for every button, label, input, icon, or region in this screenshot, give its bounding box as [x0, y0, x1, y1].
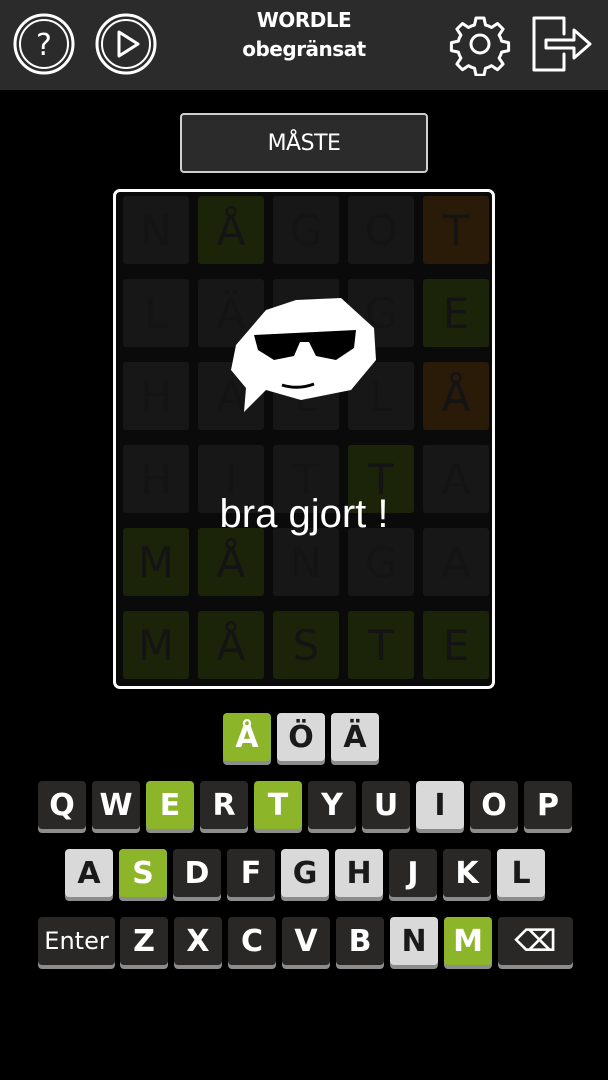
- grid-cell: Å: [198, 196, 264, 264]
- app-title: WORDLE obegränsat: [204, 6, 404, 64]
- key-c[interactable]: C: [228, 917, 276, 965]
- key-m[interactable]: M: [444, 917, 492, 965]
- key-p[interactable]: P: [524, 781, 572, 829]
- grid-cell: E: [423, 279, 489, 347]
- grid-cell: G: [348, 528, 414, 596]
- key-ä[interactable]: Ä: [331, 713, 379, 761]
- exit-icon: [530, 12, 594, 76]
- grid-cell: M: [123, 528, 189, 596]
- letter-grid: NÅGOTLÄGGEHALLÅHITTAMÅNGAMÅSTE: [123, 196, 489, 679]
- game-board: NÅGOTLÄGGEHALLÅHITTAMÅNGAMÅSTE bra gjort…: [113, 189, 495, 689]
- answer-box: MÅSTE: [180, 113, 428, 173]
- key-k[interactable]: K: [443, 849, 491, 897]
- key-z[interactable]: Z: [120, 917, 168, 965]
- backspace-key[interactable]: ⌫: [498, 917, 573, 965]
- key-v[interactable]: V: [282, 917, 330, 965]
- grid-cell: Å: [198, 611, 264, 679]
- grid-cell: G: [273, 196, 339, 264]
- key-j[interactable]: J: [389, 849, 437, 897]
- grid-cell: S: [273, 611, 339, 679]
- help-button[interactable]: ?: [12, 12, 76, 76]
- key-u[interactable]: U: [362, 781, 410, 829]
- grid-cell: M: [123, 611, 189, 679]
- key-d[interactable]: D: [173, 849, 221, 897]
- play-button[interactable]: [94, 12, 158, 76]
- key-y[interactable]: Y: [308, 781, 356, 829]
- grid-cell: T: [348, 611, 414, 679]
- key-b[interactable]: B: [336, 917, 384, 965]
- grid-cell: T: [423, 196, 489, 264]
- key-l[interactable]: L: [497, 849, 545, 897]
- key-o[interactable]: O: [470, 781, 518, 829]
- grid-cell: H: [123, 362, 189, 430]
- enter-key[interactable]: Enter: [38, 917, 115, 965]
- key-w[interactable]: W: [92, 781, 140, 829]
- key-r[interactable]: R: [200, 781, 248, 829]
- help-icon: ?: [12, 12, 76, 76]
- key-ö[interactable]: Ö: [277, 713, 325, 761]
- grid-cell: A: [423, 528, 489, 596]
- key-h[interactable]: H: [335, 849, 383, 897]
- grid-cell: N: [273, 528, 339, 596]
- svg-text:?: ?: [36, 28, 52, 63]
- key-s[interactable]: S: [119, 849, 167, 897]
- grid-cell: N: [123, 196, 189, 264]
- title-line-2: obegränsat: [242, 37, 366, 61]
- result-message: bra gjort !: [219, 492, 389, 536]
- key-n[interactable]: N: [390, 917, 438, 965]
- title-line-1: WORDLE: [256, 8, 352, 32]
- exit-button[interactable]: [530, 12, 594, 76]
- grid-cell: Å: [198, 528, 264, 596]
- key-q[interactable]: Q: [38, 781, 86, 829]
- key-t[interactable]: T: [254, 781, 302, 829]
- play-icon: [94, 12, 158, 76]
- settings-button[interactable]: [448, 12, 512, 76]
- grid-cell: L: [123, 279, 189, 347]
- key-f[interactable]: F: [227, 849, 275, 897]
- key-g[interactable]: G: [281, 849, 329, 897]
- key-i[interactable]: I: [416, 781, 464, 829]
- grid-cell: E: [423, 611, 489, 679]
- key-å[interactable]: Å: [223, 713, 271, 761]
- key-e[interactable]: E: [146, 781, 194, 829]
- cool-sunglasses-icon: [226, 290, 386, 424]
- top-bar: ? WORDLE obegränsat: [0, 0, 608, 90]
- grid-cell: Å: [423, 362, 489, 430]
- grid-cell: O: [348, 196, 414, 264]
- gear-icon: [448, 12, 512, 76]
- key-x[interactable]: X: [174, 917, 222, 965]
- key-a[interactable]: A: [65, 849, 113, 897]
